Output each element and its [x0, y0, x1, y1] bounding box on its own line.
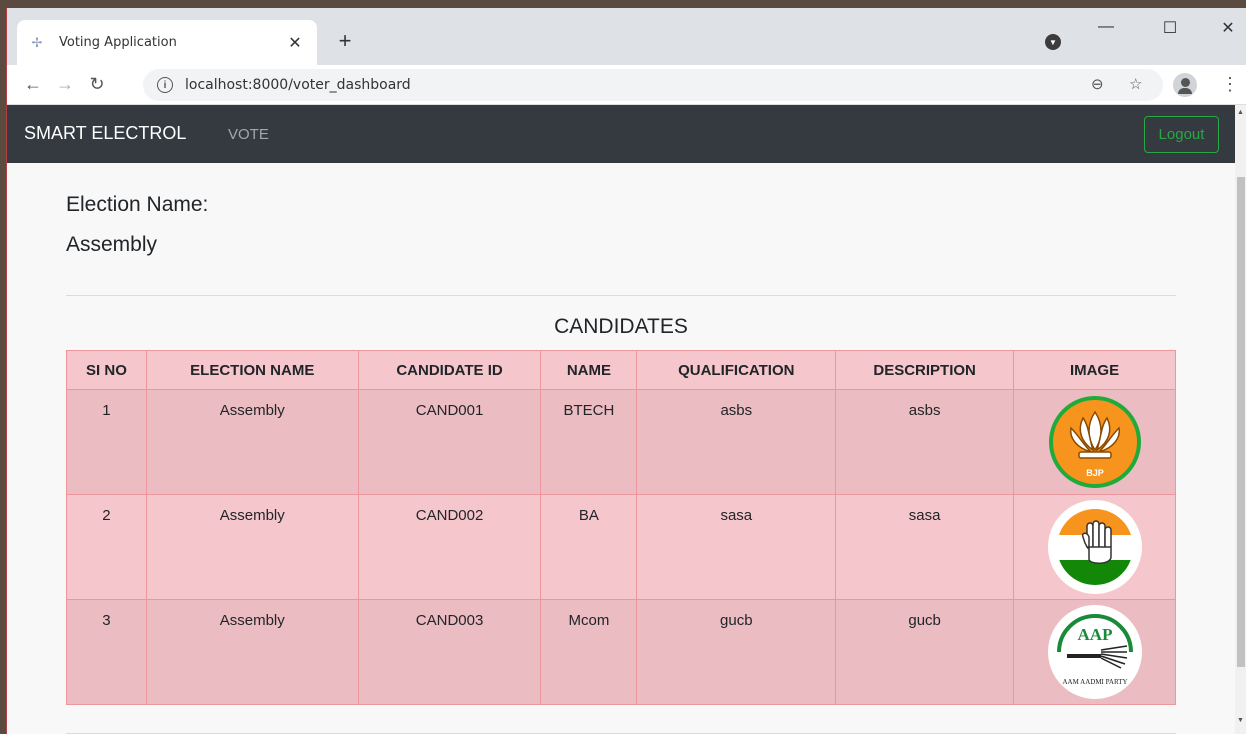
scroll-down-icon[interactable]: ▼ — [1237, 717, 1244, 724]
tab-title: Voting Application — [59, 35, 177, 50]
maximize-icon[interactable]: ☐ — [1147, 18, 1193, 38]
browser-titlebar: ✢ Voting Application ✕ + ▼ — ☐ ✕ — [7, 8, 1246, 65]
congress-hand-logo-image — [1045, 499, 1145, 595]
bookmark-star-icon[interactable]: ☆ — [1129, 75, 1142, 93]
aap-broom-logo-image: AAP AAM AADMI PARTY — [1045, 604, 1145, 700]
candidate-id-cell: CAND001 — [357, 389, 542, 495]
zoom-icon[interactable]: ⊖ — [1091, 75, 1104, 93]
column-header: NAME — [540, 350, 638, 390]
close-window-icon[interactable]: ✕ — [1205, 18, 1246, 38]
scroll-up-icon[interactable]: ▲ — [1237, 109, 1244, 116]
name-cell: BTECH — [540, 389, 638, 495]
bjp-lotus-logo-image: BJP — [1045, 394, 1145, 490]
candidates-table: SI NO ELECTION NAME CANDIDATE ID NAME QU… — [66, 350, 1176, 705]
election-name-cell: Assembly — [145, 494, 359, 600]
aap-logo-subtext: AAM AADMI PARTY — [1062, 678, 1127, 686]
image-cell: AAP AAM AADMI PARTY — [1013, 599, 1176, 705]
name-cell: BA — [540, 494, 638, 600]
browser-tab[interactable]: ✢ Voting Application ✕ — [17, 20, 317, 65]
nav-link-vote[interactable]: VOTE — [228, 126, 269, 143]
profile-avatar-icon[interactable] — [1173, 73, 1197, 97]
description-cell: asbs — [835, 389, 1015, 495]
election-name-cell: Assembly — [145, 389, 359, 495]
election-name-value: Assembly — [66, 233, 158, 256]
logout-button[interactable]: Logout — [1144, 116, 1219, 153]
si-no-cell: 2 — [66, 494, 147, 600]
close-tab-icon[interactable]: ✕ — [285, 33, 305, 53]
si-no-cell: 3 — [66, 599, 147, 705]
table-row: 1 Assembly CAND001 BTECH asbs asbs BJP — [66, 389, 1176, 495]
election-name-cell: Assembly — [145, 599, 359, 705]
new-tab-icon[interactable]: + — [333, 28, 357, 54]
qualification-cell: asbs — [636, 389, 837, 495]
back-icon[interactable]: ← — [21, 74, 45, 95]
app-favicon-icon: ✢ — [31, 34, 43, 50]
aap-logo-text: AAP — [1077, 625, 1112, 644]
page-content: SMART ELECTROL VOTE Logout Election Name… — [7, 105, 1235, 734]
site-info-icon[interactable]: i — [157, 77, 173, 93]
scrollbar-thumb[interactable] — [1237, 177, 1245, 667]
table-header-row: SI NO ELECTION NAME CANDIDATE ID NAME QU… — [66, 350, 1176, 390]
table-row: 2 Assembly CAND002 BA sasa sasa — [66, 494, 1176, 600]
description-cell: sasa — [835, 494, 1015, 600]
si-no-cell: 1 — [66, 389, 147, 495]
divider — [66, 295, 1176, 296]
browser-window: ✢ Voting Application ✕ + ▼ — ☐ ✕ ← → ↻ i… — [6, 8, 1246, 734]
candidates-title: CANDIDATES — [554, 315, 688, 338]
name-cell: Mcom — [540, 599, 638, 705]
forward-icon[interactable]: → — [53, 74, 77, 95]
app-navbar: SMART ELECTROL VOTE Logout — [7, 105, 1235, 163]
browser-menu-icon[interactable]: ⋮ — [1221, 74, 1239, 95]
image-cell — [1013, 494, 1176, 600]
page-scrollbar[interactable]: ▲ ▼ — [1235, 105, 1246, 734]
table-row: 3 Assembly CAND003 Mcom gucb gucb AAP AA… — [66, 599, 1176, 705]
column-header: ELECTION NAME — [145, 350, 359, 390]
address-bar[interactable]: i localhost:8000/voter_dashboard — [143, 69, 1163, 101]
candidate-id-cell: CAND003 — [357, 599, 542, 705]
description-cell: gucb — [835, 599, 1015, 705]
navbar-brand[interactable]: SMART ELECTROL — [24, 123, 186, 144]
column-header: QUALIFICATION — [636, 350, 837, 390]
qualification-cell: sasa — [636, 494, 837, 600]
qualification-cell: gucb — [636, 599, 837, 705]
reload-icon[interactable]: ↻ — [85, 74, 109, 95]
candidate-id-cell: CAND002 — [357, 494, 542, 600]
tab-search-icon[interactable]: ▼ — [1045, 34, 1061, 50]
column-header: SI NO — [66, 350, 147, 390]
image-cell: BJP — [1013, 389, 1176, 495]
column-header: DESCRIPTION — [835, 350, 1015, 390]
bjp-logo-text: BJP — [1086, 468, 1104, 478]
election-name-label: Election Name: — [66, 193, 209, 216]
browser-toolbar: ← → ↻ i localhost:8000/voter_dashboard ⊖… — [7, 65, 1246, 105]
column-header: IMAGE — [1013, 350, 1176, 390]
minimize-icon[interactable]: — — [1083, 18, 1129, 36]
address-url[interactable]: localhost:8000/voter_dashboard — [185, 77, 411, 93]
column-header: CANDIDATE ID — [357, 350, 542, 390]
